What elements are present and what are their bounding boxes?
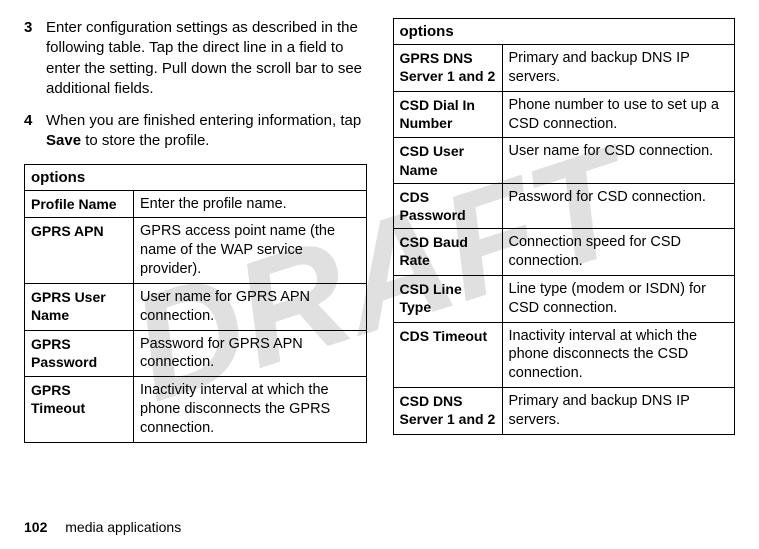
table-row: CSD DNS Server 1 and 2Primary and backup… xyxy=(393,388,735,435)
option-key: CDS Timeout xyxy=(393,322,502,388)
option-desc: Primary and backup DNS IP servers. xyxy=(502,388,735,435)
option-desc: Inactivity interval at which the phone d… xyxy=(502,322,735,388)
option-desc: Password for CSD connection. xyxy=(502,183,735,228)
step-4-text-b: to store the profile. xyxy=(81,132,209,149)
table-row: GPRS User NameUser name for GPRS APN con… xyxy=(25,283,367,330)
step-3-number: 3 xyxy=(24,18,38,99)
option-desc: Line type (modem or ISDN) for CSD connec… xyxy=(502,275,735,322)
save-keyword: Save xyxy=(46,132,81,149)
step-4-text-a: When you are finished entering informati… xyxy=(46,112,361,129)
option-key: GPRS Password xyxy=(25,330,134,377)
table-row: Profile NameEnter the profile name. xyxy=(25,190,367,218)
left-column: 3 Enter configuration settings as descri… xyxy=(24,18,367,498)
option-desc: GPRS access point name (the name of the … xyxy=(134,218,367,284)
table-row: CDS TimeoutInactivity interval at which … xyxy=(393,322,735,388)
option-desc: User name for CSD connection. xyxy=(502,138,735,183)
option-key: Profile Name xyxy=(25,190,134,218)
option-key: CSD Line Type xyxy=(393,275,502,322)
option-desc: Password for GPRS APN connection. xyxy=(134,330,367,377)
option-key: GPRS APN xyxy=(25,218,134,284)
option-desc: User name for GPRS APN connection. xyxy=(134,283,367,330)
table-row: GPRS PasswordPassword for GPRS APN conne… xyxy=(25,330,367,377)
option-desc: Enter the profile name. xyxy=(134,190,367,218)
option-desc: Phone number to use to set up a CSD conn… xyxy=(502,91,735,138)
table-row: CSD User NameUser name for CSD connectio… xyxy=(393,138,735,183)
step-4: 4 When you are finished entering informa… xyxy=(24,111,367,152)
table-row: GPRS TimeoutInactivity interval at which… xyxy=(25,377,367,443)
option-desc: Connection speed for CSD connection. xyxy=(502,229,735,276)
option-key: CDS Password xyxy=(393,183,502,228)
step-3-text: Enter configuration settings as describe… xyxy=(46,18,367,99)
right-column: options GPRS DNS Server 1 and 2Primary a… xyxy=(393,18,736,498)
option-key: GPRS Timeout xyxy=(25,377,134,443)
table-row: CSD Dial In NumberPhone number to use to… xyxy=(393,91,735,138)
option-key: CSD DNS Server 1 and 2 xyxy=(393,388,502,435)
right-options-table: options GPRS DNS Server 1 and 2Primary a… xyxy=(393,18,736,435)
two-column-layout: 3 Enter configuration settings as descri… xyxy=(24,18,735,498)
option-desc: Primary and backup DNS IP servers. xyxy=(502,45,735,92)
section-title: media applications xyxy=(65,519,181,535)
table-row: GPRS APNGPRS access point name (the name… xyxy=(25,218,367,284)
page-footer: 102 media applications xyxy=(24,519,181,535)
table-row: CSD Line TypeLine type (modem or ISDN) f… xyxy=(393,275,735,322)
page-number: 102 xyxy=(24,519,47,535)
step-4-text: When you are finished entering informati… xyxy=(46,111,367,152)
step-3: 3 Enter configuration settings as descri… xyxy=(24,18,367,99)
option-key: CSD Dial In Number xyxy=(393,91,502,138)
table-row: CSD Baud RateConnection speed for CSD co… xyxy=(393,229,735,276)
option-key: CSD User Name xyxy=(393,138,502,183)
table-row: CDS PasswordPassword for CSD connection. xyxy=(393,183,735,228)
option-key: GPRS DNS Server 1 and 2 xyxy=(393,45,502,92)
left-table-header: options xyxy=(25,164,367,190)
right-table-header: options xyxy=(393,19,735,45)
option-desc: Inactivity interval at which the phone d… xyxy=(134,377,367,443)
option-key: CSD Baud Rate xyxy=(393,229,502,276)
table-row: GPRS DNS Server 1 and 2Primary and backu… xyxy=(393,45,735,92)
option-key: GPRS User Name xyxy=(25,283,134,330)
step-4-number: 4 xyxy=(24,111,38,152)
left-options-table: options Profile NameEnter the profile na… xyxy=(24,164,367,443)
